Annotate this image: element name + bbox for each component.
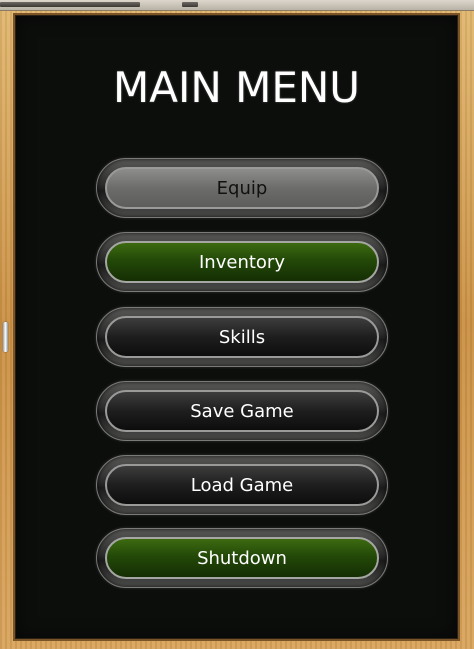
save-game-button[interactable]: Save Game [96,381,388,441]
menu-board: MAIN MENU Equip Inventory Skills Save Ga… [13,13,460,641]
skills-button-label: Skills [105,316,379,358]
window-top-strip [0,0,474,11]
strip-segment [0,2,140,7]
load-game-button-label: Load Game [105,464,379,506]
strip-segment [182,2,198,7]
inventory-button[interactable]: Inventory [96,232,388,292]
equip-button[interactable]: Equip [96,158,388,218]
shutdown-button-label: Shutdown [105,537,379,579]
menu-title: MAIN MENU [112,63,361,112]
skills-button[interactable]: Skills [96,307,388,367]
shutdown-button[interactable]: Shutdown [96,528,388,588]
equip-button-label: Equip [105,167,379,209]
inventory-button-label: Inventory [105,241,379,283]
wooden-frame: MAIN MENU Equip Inventory Skills Save Ga… [0,0,474,649]
resize-grip-icon[interactable] [3,322,8,352]
save-game-button-label: Save Game [105,390,379,432]
load-game-button[interactable]: Load Game [96,455,388,515]
